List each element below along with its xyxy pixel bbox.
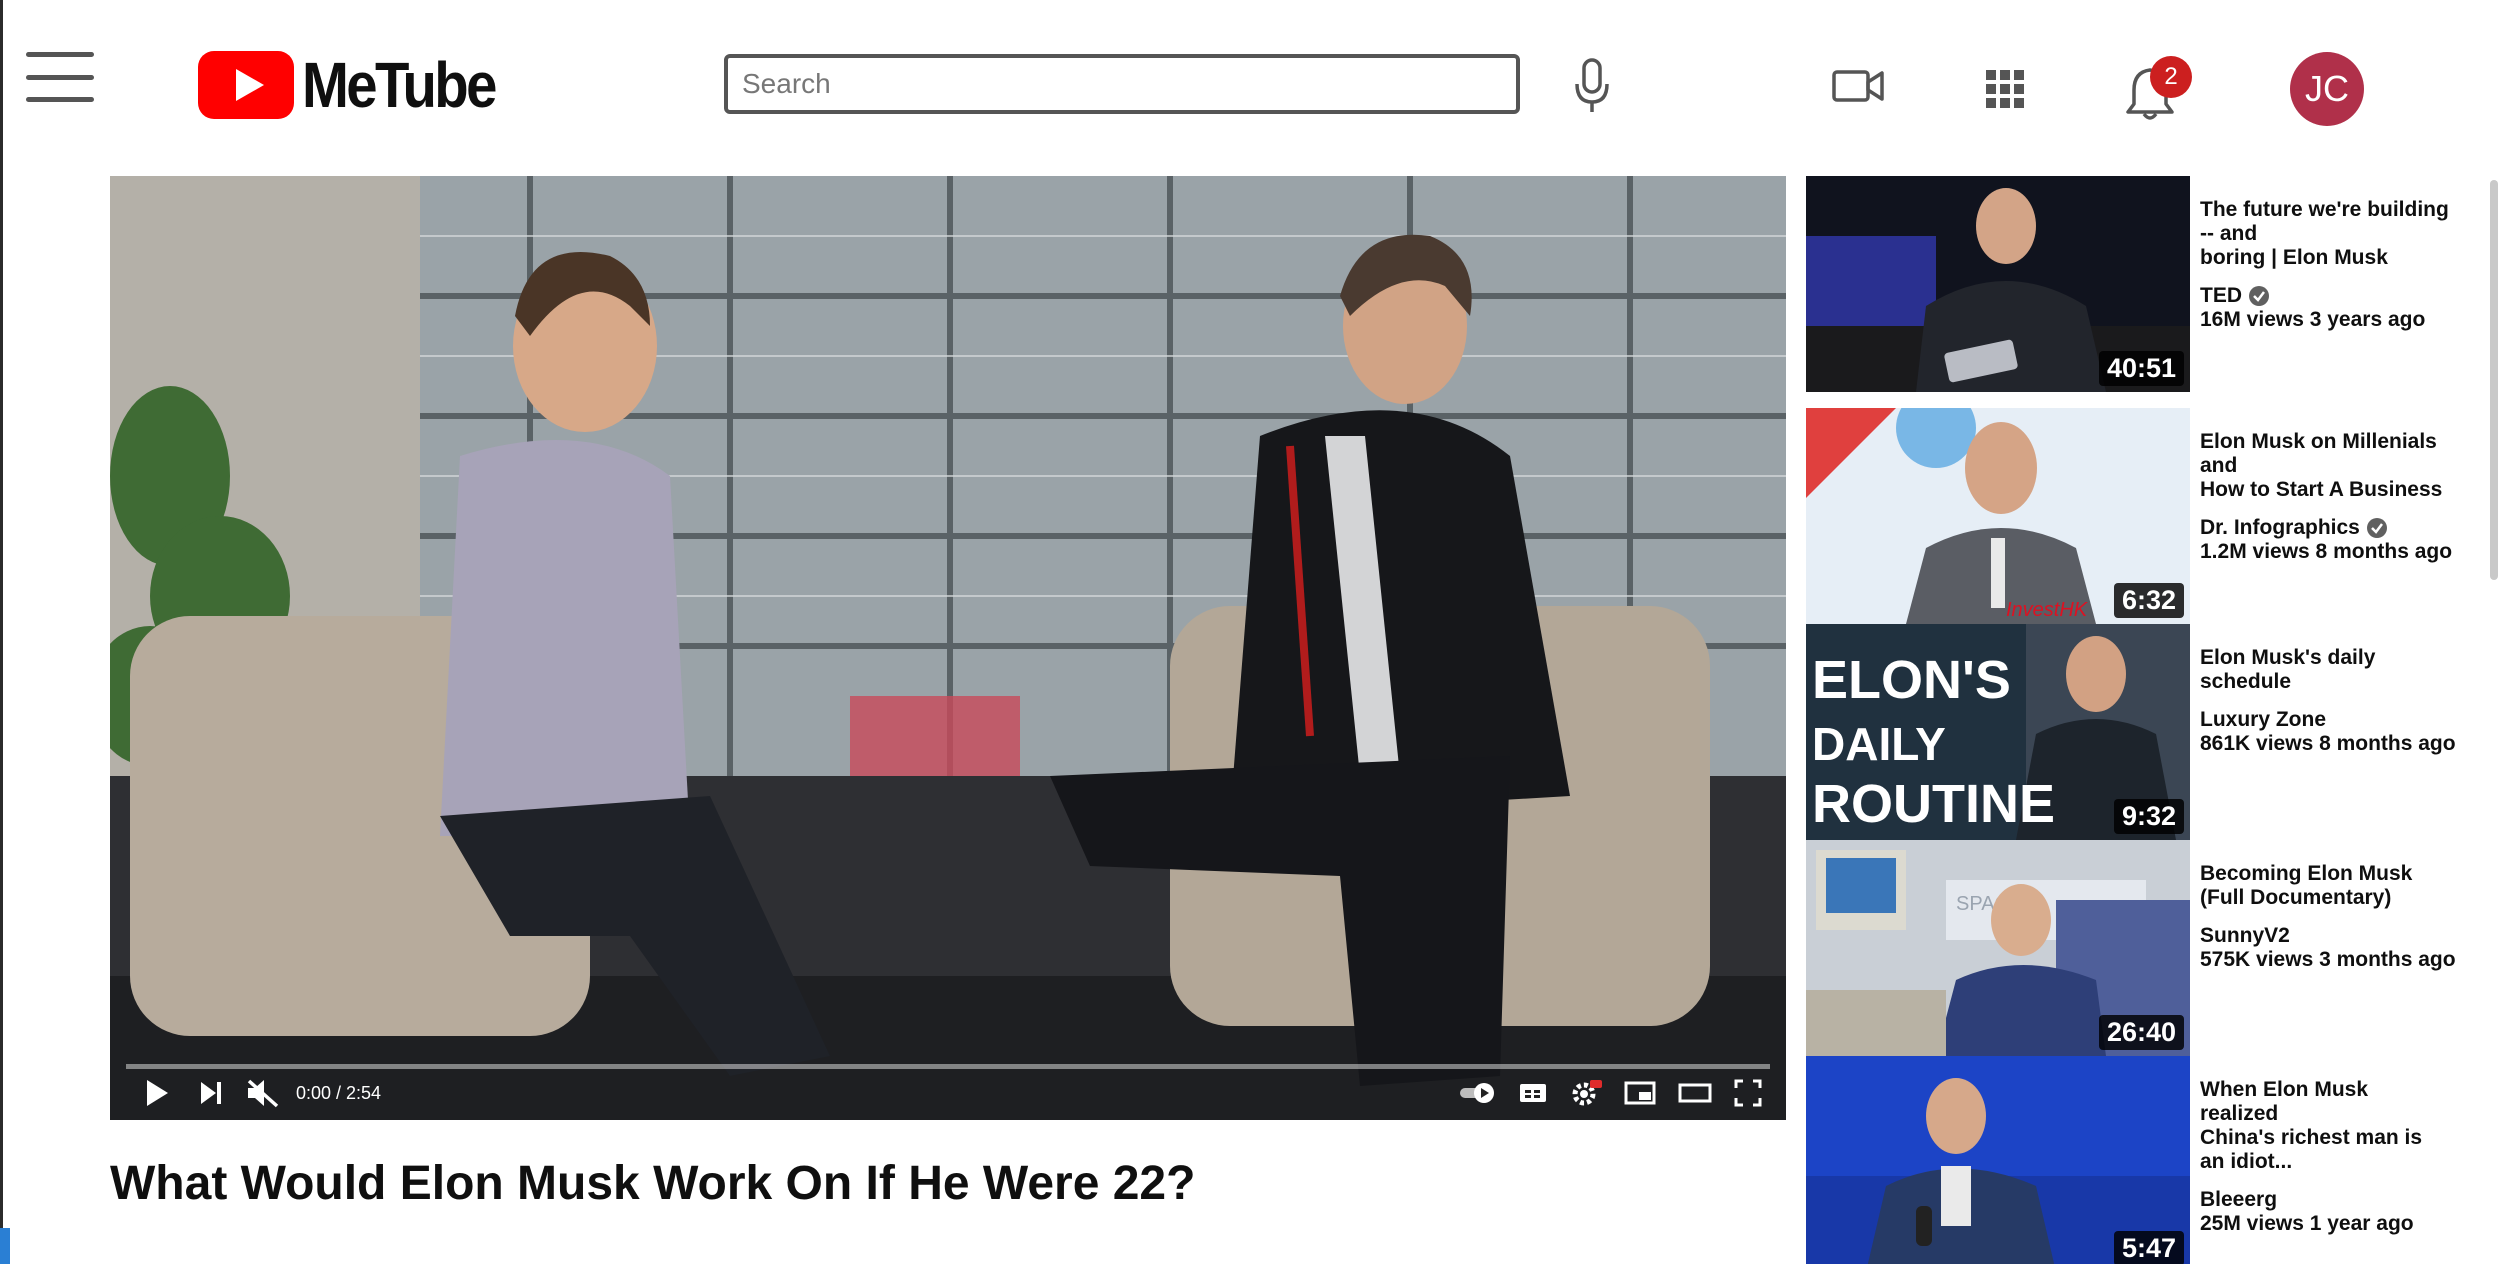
- progress-bar[interactable]: [126, 1064, 1770, 1069]
- recommended-title: The future we're building -- and boring …: [2200, 198, 2449, 269]
- verified-check-icon: [2366, 518, 2387, 538]
- recommended-video[interactable]: 40:51 The future we're building -- and b…: [1806, 176, 2496, 392]
- scrollbar-thumb[interactable]: [2490, 180, 2498, 580]
- recommended-title: Elon Musk's daily schedule: [2200, 646, 2376, 693]
- notification-count-badge: 2: [2150, 56, 2192, 98]
- video-frame-image: [110, 176, 1786, 1120]
- recommended-title: Elon Musk on Millenials and How to Start…: [2200, 430, 2443, 501]
- video-thumbnail[interactable]: InvestHK 6:32: [1806, 408, 2190, 624]
- view-count: 25M views 1 year ago: [2200, 1212, 2414, 1235]
- recommended-video[interactable]: SPACEX 26:40 Becoming Elon Musk (Full Do…: [1806, 840, 2496, 1056]
- channel-name[interactable]: SunnyV2: [2200, 924, 2472, 948]
- microphone-icon[interactable]: [1572, 58, 1612, 114]
- fullscreen-icon: [1734, 1079, 1762, 1107]
- theater-mode-button[interactable]: [1678, 1076, 1712, 1110]
- view-count: 861K views 8 months ago: [2200, 732, 2456, 755]
- view-count: 575K views 3 months ago: [2200, 948, 2456, 971]
- video-meta: The future we're building -- and boring …: [2200, 198, 2472, 332]
- theater-mode-icon: [1678, 1083, 1712, 1103]
- captions-icon: [1520, 1084, 1546, 1102]
- logo-link[interactable]: MeTube: [198, 49, 521, 121]
- recommended-video[interactable]: InvestHK 6:32 Elon Musk on Millenials an…: [1806, 408, 2496, 624]
- video-duration: 26:40: [2098, 1015, 2184, 1050]
- video-duration: 5:47: [2113, 1231, 2184, 1264]
- fullscreen-button[interactable]: [1734, 1076, 1762, 1110]
- mute-button[interactable]: [246, 1076, 280, 1110]
- video-duration: 6:32: [2113, 583, 2184, 618]
- miniplayer-icon: [1624, 1081, 1656, 1105]
- channel-name[interactable]: Bleeerg: [2200, 1188, 2472, 1212]
- miniplayer-button[interactable]: [1624, 1076, 1656, 1110]
- channel-name[interactable]: Luxury Zone: [2200, 708, 2472, 732]
- subtitles-button[interactable]: [1518, 1076, 1548, 1110]
- thumbnail-caption: ELON'S: [1812, 650, 2011, 710]
- next-button[interactable]: [198, 1076, 224, 1110]
- apps-grid-icon[interactable]: [1986, 70, 2024, 108]
- thumbnail-caption: DAILY: [1812, 718, 1946, 770]
- autoplay-toggle-icon: [1460, 1083, 1494, 1103]
- view-count: 16M views 3 years ago: [2200, 308, 2426, 331]
- video-meta: Elon Musk's daily schedule Luxury Zone 8…: [2200, 646, 2472, 756]
- channel-name-text: SunnyV2: [2200, 924, 2290, 947]
- recommended-video[interactable]: ELON'S DAILY ROUTINE 9:32 Elon Musk's da…: [1806, 624, 2496, 840]
- gear-icon: [1572, 1080, 1602, 1106]
- video-meta: Becoming Elon Musk (Full Documentary) Su…: [2200, 862, 2472, 972]
- play-button[interactable]: [144, 1076, 170, 1110]
- video-title: What Would Elon Musk Work On If He Were …: [110, 1157, 1196, 1210]
- search-box: [724, 54, 1520, 114]
- recommended-title: Becoming Elon Musk (Full Documentary): [2200, 862, 2413, 909]
- top-header: MeTube 2 JC: [0, 0, 2504, 170]
- window-edge-accent: [0, 1228, 10, 1264]
- video-thumbnail[interactable]: 5:47: [1806, 1056, 2190, 1264]
- channel-name[interactable]: TED: [2200, 284, 2472, 308]
- time-display: 0:00 / 2:54: [296, 1083, 382, 1103]
- video-meta: Elon Musk on Millenials and How to Start…: [2200, 430, 2472, 564]
- create-video-icon[interactable]: [1832, 68, 1884, 104]
- channel-name[interactable]: Dr. Infographics: [2200, 516, 2472, 540]
- channel-name-text: Luxury Zone: [2200, 708, 2327, 731]
- video-duration: 9:32: [2113, 799, 2184, 834]
- video-player[interactable]: 0:00 / 2:54: [110, 176, 1786, 1120]
- menu-icon[interactable]: [26, 52, 94, 102]
- user-avatar[interactable]: JC: [2290, 52, 2364, 126]
- video-thumbnail[interactable]: 40:51: [1806, 176, 2190, 392]
- channel-name-text: Dr. Infographics: [2200, 516, 2360, 539]
- muted-volume-icon: [247, 1079, 279, 1108]
- play-icon: [147, 1080, 168, 1106]
- video-duration: 40:51: [2098, 351, 2184, 386]
- video-meta: When Elon Musk realized China's richest …: [2200, 1078, 2472, 1236]
- verified-check-icon: [2249, 286, 2269, 306]
- view-count: 1.2M views 8 months ago: [2200, 540, 2453, 563]
- search-input[interactable]: [728, 58, 1516, 110]
- settings-button[interactable]: [1570, 1076, 1604, 1110]
- recommended-title: When Elon Musk realized China's richest …: [2200, 1078, 2423, 1173]
- player-controls: 0:00 / 2:54: [110, 1046, 1786, 1120]
- play-logo-icon: [198, 51, 294, 119]
- thumbnail-caption: InvestHK: [2006, 599, 2089, 621]
- logo-text: MeTube: [302, 49, 497, 121]
- next-icon: [201, 1082, 221, 1104]
- channel-name-text: TED: [2200, 284, 2242, 307]
- channel-name-text: Bleeerg: [2200, 1188, 2278, 1211]
- autoplay-toggle[interactable]: [1458, 1076, 1498, 1110]
- window-left-edge: [0, 0, 3, 1264]
- thumbnail-caption: ROUTINE: [1812, 774, 2055, 834]
- video-thumbnail[interactable]: ELON'S DAILY ROUTINE 9:32: [1806, 624, 2190, 840]
- recommended-video[interactable]: 5:47 When Elon Musk realized China's ric…: [1806, 1056, 2496, 1264]
- video-thumbnail[interactable]: SPACEX 26:40: [1806, 840, 2190, 1056]
